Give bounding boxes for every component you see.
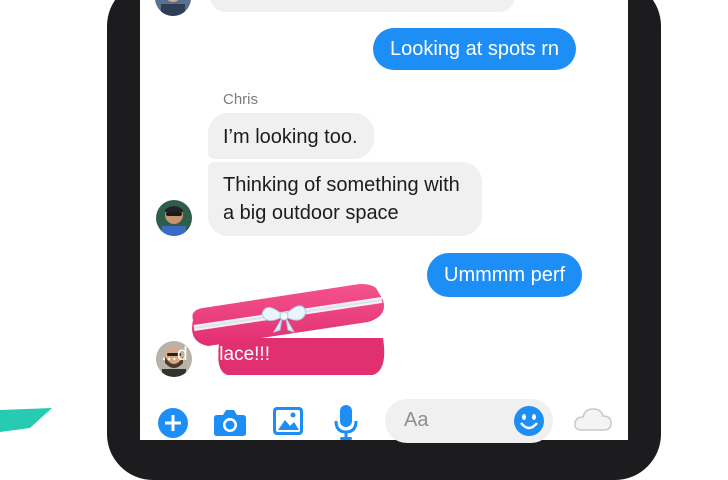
composer-bar: Aa [140,394,628,444]
image-icon[interactable] [272,406,304,436]
decorative-teal-shape [0,408,52,432]
message-bubble-outgoing: Ummmm perf [427,253,583,297]
camera-icon[interactable] [213,407,247,437]
emoji-icon[interactable] [513,405,545,437]
sender-name: Chris [223,91,259,108]
message-bubble-incoming: Thinking of something with a big outdoor… [208,162,482,236]
message-line: Thinking of something with [223,174,460,196]
message-line: a big outdoor space [223,202,399,224]
microphone-icon[interactable] [334,404,358,440]
cloud-icon [574,408,612,431]
avatar-chris[interactable] [156,200,192,236]
gift-message-partial-text: ...d a place!!! [161,344,270,365]
avatar-top-partial [155,0,191,16]
partial-incoming-bubble [210,0,515,12]
message-input[interactable]: Aa [385,399,553,443]
message-bubble-outgoing: Looking at spots rn [373,28,576,70]
message-bubble-incoming: I’m looking too. [208,113,374,159]
message-input-placeholder: Aa [404,409,429,431]
plus-icon[interactable] [157,407,189,439]
